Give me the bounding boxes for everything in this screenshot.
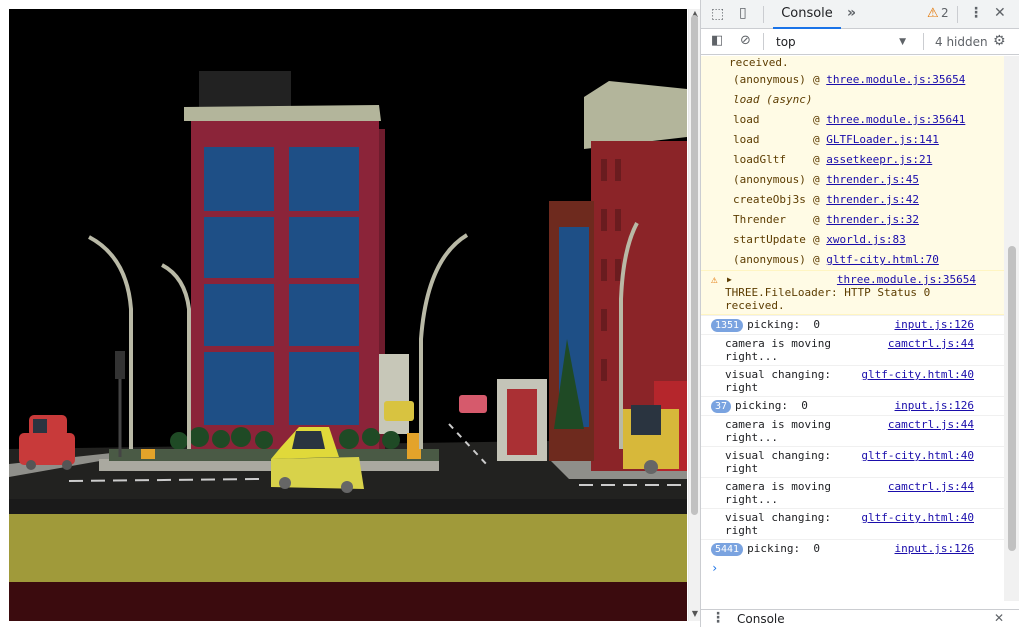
- devtools-main-toolbar: ⬚ ▯ Console » ⚠ 2 ⋮ ✕: [701, 0, 1019, 29]
- city-scene: [9, 9, 687, 621]
- warning-count[interactable]: 2: [941, 6, 949, 20]
- page-viewport: ▲ ▼: [0, 0, 700, 627]
- message-text: visual changing: right: [725, 511, 838, 537]
- trace-source-link[interactable]: xworld.js:83: [826, 233, 905, 246]
- trace-row: createObj3s @ thrender.js:42: [701, 190, 1004, 210]
- devtools-panel: ⬚ ▯ Console » ⚠ 2 ⋮ ✕ ◧ ⊘ top ▼ 4 hidden…: [700, 0, 1019, 627]
- console-message: camera is moving right... camctrl.js:44: [701, 415, 1004, 446]
- message-source-link[interactable]: camctrl.js:44: [888, 418, 974, 431]
- inspect-icon[interactable]: ⬚: [711, 7, 724, 21]
- trace-source-link[interactable]: thrender.js:42: [826, 193, 919, 206]
- trace-row: (anonymous) @ gltf-city.html:70: [701, 250, 1004, 270]
- gear-icon[interactable]: ⚙: [993, 34, 1006, 48]
- trace-row: load (async): [701, 90, 1004, 110]
- drawer-bar: ⋮ Console ✕: [701, 609, 1019, 627]
- message-text: camera is moving right...: [725, 337, 838, 363]
- console-message: visual changing: right gltf-city.html:40: [701, 446, 1004, 477]
- trace-row: Thrender @ thrender.js:32: [701, 210, 1004, 230]
- trace-row: (anonymous) @ three.module.js:35654: [701, 70, 1004, 90]
- trace-function: loadGltf: [733, 153, 786, 166]
- hidden-count[interactable]: 4 hidden: [935, 35, 988, 49]
- trace-source-link[interactable]: three.module.js:35654: [826, 73, 965, 86]
- console-prompt[interactable]: ›: [701, 558, 1004, 578]
- repeat-count-badge: 5441: [711, 543, 744, 556]
- page-scrollbar[interactable]: ▲ ▼: [688, 9, 700, 621]
- trace-source-link[interactable]: GLTFLoader.js:141: [826, 133, 939, 146]
- console-message: camera is moving right... camctrl.js:44: [701, 477, 1004, 508]
- repeat-count-badge: 1351: [711, 319, 744, 332]
- screen: ▲ ▼ ⬚ ▯ Console » ⚠ 2 ⋮ ✕ ◧ ⊘ top ▼ 4 hi…: [0, 0, 1019, 627]
- message-source-link[interactable]: gltf-city.html:40: [861, 368, 974, 381]
- message-source-link[interactable]: gltf-city.html:40: [861, 511, 974, 524]
- console-message: 1351 picking: 0 input.js:126: [701, 315, 1004, 334]
- warning-source-link[interactable]: three.module.js:35654: [837, 273, 976, 286]
- warning-icon: ⚠: [711, 273, 718, 286]
- device-toggle-icon[interactable]: ▯: [739, 6, 747, 20]
- chevron-down-icon: ▼: [899, 37, 906, 47]
- drawer-tab-console[interactable]: Console: [737, 612, 785, 626]
- scroll-down-arrow-icon[interactable]: ▼: [690, 609, 700, 619]
- console-message: visual changing: right gltf-city.html:40: [701, 508, 1004, 539]
- context-select[interactable]: top ▼: [768, 33, 910, 51]
- console-message: visual changing: right gltf-city.html:40: [701, 365, 1004, 396]
- trace-function: (anonymous): [733, 173, 806, 186]
- kebab-menu-icon[interactable]: ⋮: [711, 611, 725, 625]
- trace-function: startUpdate: [733, 233, 806, 246]
- console-message: 5441 picking: 0 input.js:126: [701, 539, 1004, 558]
- scrollbar-thumb[interactable]: [691, 15, 698, 515]
- trace-function: load: [733, 113, 760, 126]
- message-text: picking: 0: [747, 542, 820, 555]
- trace-row: startUpdate @ xworld.js:83: [701, 230, 1004, 250]
- clear-console-icon[interactable]: ⊘: [740, 34, 751, 47]
- console-output[interactable]: received. (anonymous) @ three.module.js:3…: [701, 56, 1004, 601]
- message-source-link[interactable]: camctrl.js:44: [888, 480, 974, 493]
- message-source-link[interactable]: input.js:126: [895, 399, 974, 412]
- trace-source-link[interactable]: gltf-city.html:70: [826, 253, 939, 266]
- console-message: camera is moving right... camctrl.js:44: [701, 334, 1004, 365]
- trace-source-link[interactable]: three.module.js:35641: [826, 113, 965, 126]
- message-source-link[interactable]: input.js:126: [895, 318, 974, 331]
- console-scrollbar[interactable]: [1004, 56, 1019, 601]
- kebab-menu-icon[interactable]: ⋮: [969, 6, 983, 20]
- trace-function: (anonymous): [733, 253, 806, 266]
- trace-source-link[interactable]: thrender.js:45: [826, 173, 919, 186]
- trace-row: (anonymous) @ thrender.js:45: [701, 170, 1004, 190]
- expand-arrow-icon[interactable]: ▶: [727, 273, 732, 286]
- trace-row: load @ three.module.js:35641: [701, 110, 1004, 130]
- message-source-link[interactable]: camctrl.js:44: [888, 337, 974, 350]
- trace-first-line: received.: [729, 56, 789, 69]
- close-drawer-icon[interactable]: ✕: [994, 612, 1004, 624]
- message-text: picking: 0: [747, 318, 820, 331]
- trace-function: load (async): [733, 93, 813, 106]
- message-text: picking: 0: [735, 399, 808, 412]
- trace-source-link[interactable]: thrender.js:32: [826, 213, 919, 226]
- webgl-canvas[interactable]: [9, 9, 687, 621]
- trace-source-link[interactable]: assetkeepr.js:21: [826, 153, 932, 166]
- console-message: 37 picking: 0 input.js:126: [701, 396, 1004, 415]
- trace-function: (anonymous): [733, 73, 806, 86]
- message-source-link[interactable]: input.js:126: [895, 542, 974, 555]
- console-scrollbar-thumb[interactable]: [1008, 246, 1016, 551]
- message-text: camera is moving right...: [725, 418, 838, 444]
- message-text: camera is moving right...: [725, 480, 838, 506]
- warning-text: THREE.FileLoader: HTTP Status 0 received…: [725, 286, 931, 312]
- tab-console[interactable]: Console: [773, 0, 841, 29]
- sidebar-toggle-icon[interactable]: ◧: [711, 34, 723, 47]
- trace-row: loadGltf @ assetkeepr.js:21: [701, 150, 1004, 170]
- message-text: visual changing: right: [725, 449, 838, 475]
- more-tabs-icon[interactable]: »: [847, 6, 856, 20]
- repeat-count-badge: 37: [711, 400, 732, 413]
- stack-trace-block: received. (anonymous) @ three.module.js:3…: [701, 56, 1004, 270]
- trace-function: createObj3s: [733, 193, 806, 206]
- warning-message: ⚠ ▶ three.module.js:35654 THREE.FileLoad…: [701, 270, 1004, 315]
- console-toolbar: ◧ ⊘ top ▼ 4 hidden ⚙: [701, 29, 1019, 55]
- warning-icon[interactable]: ⚠: [927, 7, 939, 20]
- trace-row: load @ GLTFLoader.js:141: [701, 130, 1004, 150]
- car-yellow-right: [623, 405, 679, 474]
- message-text: visual changing: right: [725, 368, 838, 394]
- close-icon[interactable]: ✕: [994, 6, 1006, 20]
- message-source-link[interactable]: gltf-city.html:40: [861, 449, 974, 462]
- trace-function: load: [733, 133, 760, 146]
- trace-function: Thrender: [733, 213, 786, 226]
